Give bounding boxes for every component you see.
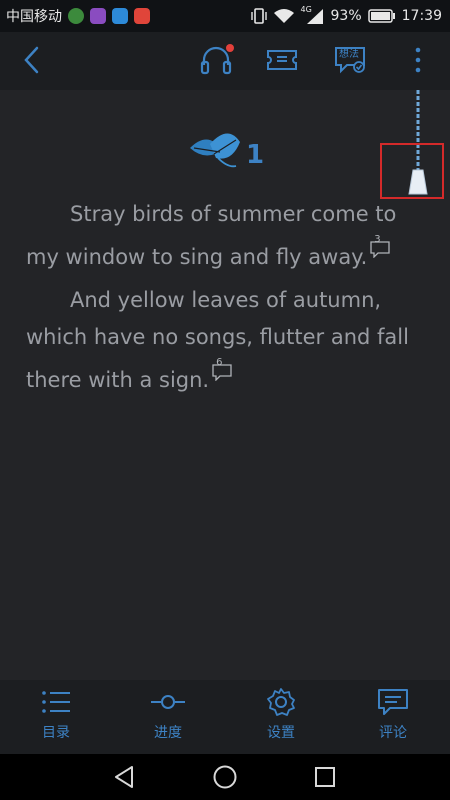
- chapter-number: 1: [246, 140, 265, 170]
- nav-item-label: 进度: [154, 725, 182, 741]
- paragraph-text: Stray birds of summer come to my window …: [26, 202, 397, 269]
- wifi-icon: [273, 9, 294, 23]
- wechat-app-icon: [68, 8, 84, 24]
- thoughts-label: 想法: [339, 49, 359, 60]
- nav-item-label: 设置: [267, 725, 295, 741]
- paragraph: And yellow leaves of autumn, which have …: [26, 282, 426, 399]
- back-button[interactable]: [12, 40, 52, 80]
- headphones-icon: [200, 44, 234, 75]
- nav-item-label: 评论: [379, 725, 407, 741]
- highlight-box: [380, 143, 444, 199]
- cell-signal-icon: 4G: [301, 5, 325, 25]
- list-icon: [42, 691, 70, 713]
- note-count: 6: [216, 357, 223, 368]
- battery-percent: 93%: [330, 8, 362, 24]
- carrier-label: 中国移动: [6, 9, 62, 25]
- note-count: 3: [374, 234, 381, 245]
- nav-item-settings[interactable]: 设置: [246, 688, 316, 748]
- notification-dot: [226, 44, 234, 52]
- ticket-button[interactable]: [262, 40, 302, 80]
- comment-icon: [378, 689, 408, 715]
- qq-app-icon: [112, 8, 128, 24]
- clock: 17:39: [401, 8, 442, 24]
- system-nav-bar: [0, 754, 450, 800]
- home-circle-icon[interactable]: [212, 764, 238, 790]
- more-button[interactable]: [398, 40, 438, 80]
- ticket-icon: [267, 50, 297, 70]
- vibrate-icon: [250, 8, 267, 24]
- thoughts-button[interactable]: 想法: [328, 40, 372, 80]
- app-icon: [134, 8, 150, 24]
- more-vertical-icon: [415, 47, 421, 73]
- status-bar: 中国移动 4G 93% 17:39: [0, 0, 450, 32]
- battery-icon: [367, 9, 395, 23]
- recents-square-icon[interactable]: [312, 764, 338, 790]
- chapter-heading: 1: [188, 128, 268, 174]
- progress-icon: [151, 695, 185, 709]
- back-triangle-icon[interactable]: [112, 764, 138, 790]
- gear-icon: [267, 688, 295, 716]
- app-icon: [90, 8, 106, 24]
- bottom-nav: 目录 进度 设置 评论: [0, 680, 450, 754]
- thoughts-icon: 想法: [333, 45, 367, 75]
- paragraph-note-button[interactable]: 3: [369, 233, 391, 259]
- nav-item-progress[interactable]: 进度: [133, 688, 203, 748]
- nav-item-comments[interactable]: 评论: [358, 688, 428, 748]
- paragraph: Stray birds of summer come to my window …: [26, 196, 426, 276]
- audio-button[interactable]: [196, 40, 236, 80]
- leaf-icon: [190, 133, 240, 168]
- back-chevron-icon: [24, 46, 39, 74]
- reader-toolbar: 想法: [0, 32, 450, 90]
- nav-item-label: 目录: [42, 725, 70, 741]
- paragraph-note-button[interactable]: 6: [211, 356, 233, 382]
- nav-item-contents[interactable]: 目录: [21, 688, 91, 748]
